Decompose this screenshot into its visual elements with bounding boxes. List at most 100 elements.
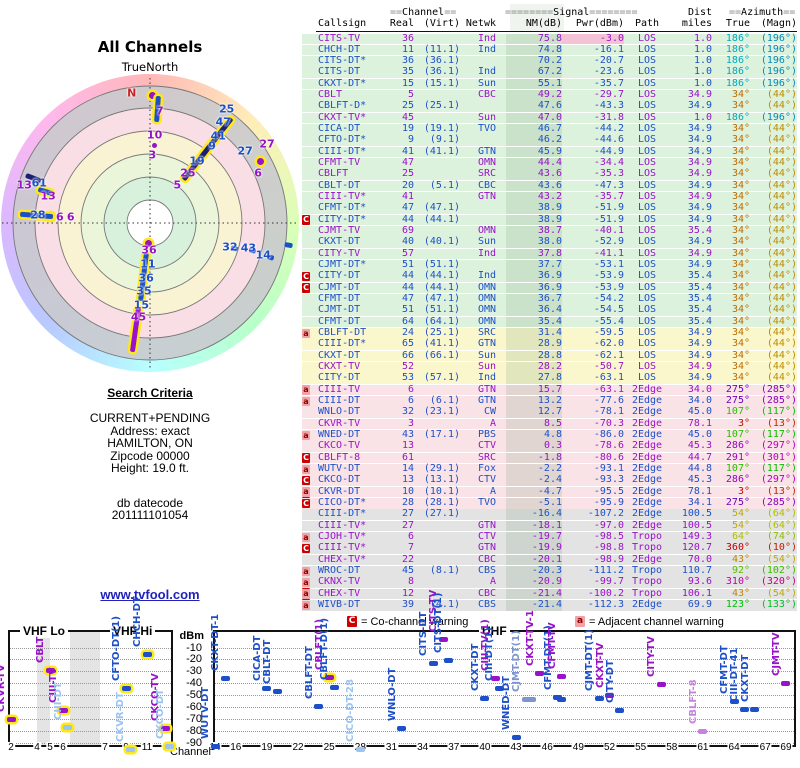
cell-network: Ind bbox=[477, 66, 496, 78]
cell-real-channel: 25 bbox=[401, 100, 414, 112]
cell-azimuth-magn: (44°) bbox=[766, 361, 797, 373]
table-row: CFMT-DT* 47 (47.1) 38.9 -51.9 LOS 34.9 34° (44°) bbox=[302, 202, 797, 215]
cell-azimuth-magn: (44°) bbox=[766, 225, 797, 237]
cell-nm-db: 43.6 bbox=[506, 180, 562, 192]
cell-virtual-channel bbox=[414, 453, 460, 464]
cell-pwr-dbm: -50.7 bbox=[593, 361, 624, 373]
table-row: C CJMT-DT 44 (44.1) OMN 36.9 -53.9 LOS 35.4 34° (4… bbox=[302, 281, 797, 294]
x-tick-label: 43 bbox=[509, 742, 523, 753]
cell-pwr-dbm: -20.7 bbox=[593, 55, 624, 67]
cell-callsign: CJMT-DT* bbox=[318, 259, 367, 271]
cell-callsign: CJMT-DT bbox=[318, 281, 361, 293]
adjacent-warning-icon: a bbox=[302, 566, 310, 576]
table-row: aCCHEX-TV12CBC-21.4-100.2Tropo106.143°(5… bbox=[302, 587, 797, 609]
cell-nm-db: 43.6 bbox=[506, 169, 562, 181]
adjacent-channel-legend: a = Adjacent channel warning bbox=[575, 616, 724, 628]
cell-nm-db: 49.2 bbox=[506, 90, 562, 101]
x-tick-label: 11 bbox=[140, 742, 154, 753]
table-row: aC CJOH-TV* 6 CTV -19.7 -98.5 Tropo 149.3 64° (74… bbox=[302, 531, 797, 553]
cell-callsign: CIII-TV* bbox=[318, 542, 367, 554]
signal-marker bbox=[355, 747, 365, 752]
cell-real-channel: 6 bbox=[407, 383, 414, 395]
signal-marker bbox=[615, 708, 625, 714]
cell-dist-miles: 35.4 bbox=[687, 270, 712, 282]
cell-azimuth-magn: (44°) bbox=[766, 157, 797, 169]
cell-real-channel: 14 bbox=[401, 463, 414, 475]
x-tick-label: 67 bbox=[758, 742, 772, 753]
cell-callsign: CIII-DT* bbox=[318, 508, 367, 520]
table-row: CFTO-DT* 9 (9.1) 46.2 -44.6 LOS 34.9 34° (44°) bbox=[302, 135, 797, 147]
cell-network: CBC bbox=[477, 553, 496, 565]
cell-pwr-dbm: -95.9 bbox=[593, 497, 624, 509]
cell-network: Ind bbox=[477, 270, 496, 282]
table-row: CIII-DT* 65 (41.1) GTN 28.9 -62.0 LOS 34.9 34° (4… bbox=[302, 339, 797, 350]
cell-azimuth-magn: (44°) bbox=[766, 202, 797, 214]
cell-callsign: WNLO-DT bbox=[318, 406, 361, 418]
cell-pwr-dbm: -98.9 bbox=[593, 553, 624, 565]
cell-pwr-dbm: -80.6 bbox=[593, 451, 624, 463]
tvfool-link[interactable]: www.tvfool.com bbox=[100, 587, 199, 602]
signal-marker bbox=[210, 743, 220, 749]
cell-callsign: CBLFT-8 bbox=[318, 451, 361, 463]
table-row: C CIII-TV* 7 GTN -19.9 -98.8 Tropo 120.7 360° (10… bbox=[302, 543, 797, 554]
cell-azimuth-magn: (44°) bbox=[766, 123, 797, 135]
cell-real-channel: 41 bbox=[401, 191, 414, 203]
gridline bbox=[215, 647, 794, 649]
cell-real-channel: 6 bbox=[407, 531, 414, 543]
radar-channel-label: 45 bbox=[130, 310, 147, 324]
cell-nm-db: -2.4 bbox=[506, 475, 562, 486]
table-row: CBLFT-D* 25 (25.1) 47.6 -43.3 LOS 34.9 34° (44°) bbox=[302, 100, 797, 113]
radar-channel-label: 27 bbox=[237, 144, 253, 158]
cell-nm-db: 75.8 bbox=[506, 33, 562, 45]
cell-nm-db: -1.8 bbox=[506, 452, 562, 464]
gridline bbox=[10, 695, 171, 696]
cell-virtual-channel: (51.1) bbox=[423, 259, 460, 271]
co-channel-warning-icon: C bbox=[302, 283, 310, 293]
table-row: C CKCO-DT 13 (13.1) CTV -2.4 -93.3 2Edge 45.3 286… bbox=[302, 475, 797, 486]
radar-channel-label: 35 bbox=[136, 284, 152, 298]
cell-nm-db: -5.1 bbox=[506, 497, 562, 509]
x-tick-label: 55 bbox=[634, 742, 648, 753]
cell-dist-miles: 34.9 bbox=[687, 247, 712, 259]
cell-azimuth-true: 186° bbox=[725, 43, 750, 55]
cell-path: 2Edge bbox=[631, 485, 663, 497]
table-row: CJMT-DT* 51 (51.1) 37.7 -53.1 LOS 34.9 34° (44°) bbox=[302, 260, 797, 271]
cell-callsign: CFMT-DT bbox=[318, 315, 361, 327]
cell-dist-miles: 69.9 bbox=[687, 599, 712, 610]
cell-path: 2Edge bbox=[631, 406, 663, 418]
cell-callsign: CKXT-DT bbox=[318, 236, 361, 248]
cell-nm-db: 43.2 bbox=[506, 192, 562, 203]
gridline bbox=[215, 730, 794, 732]
signal-marker-label: CIII-DT-41 bbox=[729, 647, 741, 702]
table-row: CICA-DT 19 (19.1) TVO 46.7 -44.2 LOS 34.9 34° (44… bbox=[302, 124, 797, 135]
cell-pwr-dbm: -62.1 bbox=[593, 349, 624, 361]
cell-azimuth-magn: (44°) bbox=[766, 372, 797, 384]
table-row: CITY-TV 57 Ind 37.8 -41.1 LOS 34.9 34° (44°) bbox=[302, 247, 797, 260]
cell-dist-miles: 44.7 bbox=[687, 451, 712, 463]
cell-pwr-dbm: -95.5 bbox=[593, 485, 624, 497]
cell-callsign: CITS-TV bbox=[318, 32, 361, 44]
signal-marker bbox=[443, 657, 453, 663]
cell-network: OMN bbox=[477, 157, 496, 169]
adjacent-warning-icon: a bbox=[302, 328, 310, 339]
cell-azimuth-true: 34° bbox=[731, 293, 750, 305]
table-row: CIII-TV* 41 GTN 43.2 -35.7 LOS 34.9 34° (44°) bbox=[302, 192, 797, 203]
cell-real-channel: 66 bbox=[401, 349, 414, 361]
x-tick-label: 19 bbox=[260, 742, 274, 753]
cell-callsign: CHEX-TV bbox=[318, 587, 361, 599]
signal-marker-label: WNLO-DT bbox=[386, 667, 398, 721]
signal-marker-label: CJMT-TV bbox=[770, 632, 782, 676]
cell-callsign: CITY-DT* bbox=[318, 213, 367, 225]
cell-azimuth-magn: (54°) bbox=[766, 587, 797, 599]
cell-nm-db: -16.4 bbox=[506, 509, 562, 520]
cell-real-channel: 47 bbox=[401, 293, 414, 305]
table-row: aCWROC-DT45(8.1)CBS-20.3-111.2Tropo110.7… bbox=[302, 565, 797, 586]
cell-path: 2Edge bbox=[631, 440, 663, 452]
cell-network: CBC bbox=[477, 89, 496, 101]
radar-grid bbox=[2, 78, 298, 370]
signal-marker bbox=[480, 695, 490, 701]
signal-marker-label: CBLFT-DT bbox=[303, 645, 315, 699]
table-row: CBLT 5 CBC 49.2 -29.7 LOS 34.9 34° (44°) bbox=[302, 90, 797, 101]
cell-pwr-dbm: -93.1 bbox=[593, 463, 624, 475]
cell-nm-db: 28.9 bbox=[506, 339, 562, 350]
